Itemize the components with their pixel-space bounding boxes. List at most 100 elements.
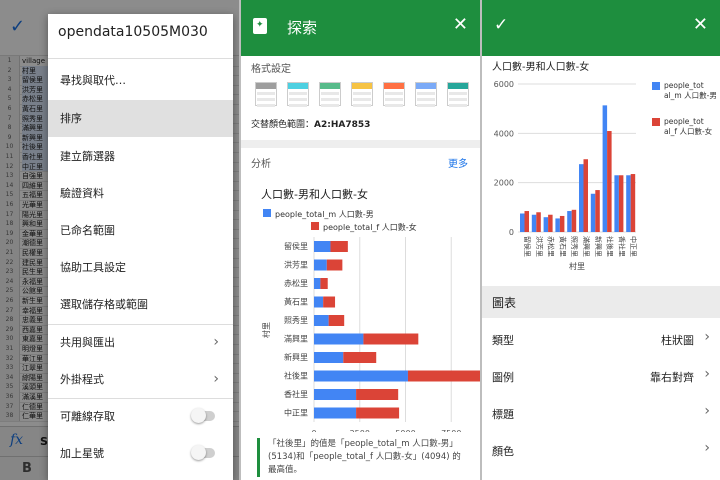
category-label: 滿興里 [284,334,308,344]
category-label: 香社里 [284,389,308,399]
chart-section-bar: 圖表 [482,286,720,318]
x-tick-label: 7500 [441,429,461,432]
column-male [531,214,537,232]
x-tick-label: 0 [311,429,316,432]
format-swatch[interactable] [319,82,341,107]
swatch-header [448,83,468,89]
swatch-line [257,104,275,107]
setting-row-color[interactable]: 顏色 › [482,431,720,468]
check-icon[interactable]: ✓ [494,15,508,35]
setting-row-legend[interactable]: 圖例 靠右對齊 › [482,357,720,394]
screen-explore: ✦ 探索 ✕ 格式設定 交替顏色範圍：A2:HA7853 分析 更多 人口數-男… [241,0,480,480]
offline-toggle[interactable] [191,408,215,423]
swatch-line [449,98,467,101]
legend-swatch-male [263,209,271,217]
menu-item-sort[interactable]: 排序 [48,100,233,137]
y-tick-label: 6000 [494,80,514,89]
format-swatch[interactable] [383,82,405,107]
swatch-line [289,98,307,101]
swatch-line [417,98,435,101]
section-gap [241,140,480,148]
category-label: 社後里 [284,371,308,381]
bar-female [320,278,328,289]
chart-preview[interactable]: 人口數-男和人口數-女 0 2000 4000 6000 留侯里 洪芳里 赤松里 黃石里 照秀里滿… [482,56,720,286]
legend-swatch-female [311,222,319,230]
bar-male [314,296,324,308]
setting-label: 類型 [492,334,514,347]
explore-header: ✦ 探索 ✕ [241,0,480,56]
bar-male [314,370,408,382]
x-axis-label: 村里 [569,261,585,271]
chart-editor-header: ✓ ✕ [482,0,720,56]
bar-male [314,315,329,326]
menu-title: opendata10505M030 [58,24,208,40]
column-chart: 人口數-男和人口數-女 0 2000 4000 6000 留侯里 洪芳里 赤松里 黃石里 照秀里滿… [492,60,717,271]
overflow-menu: opendata10505M030 尋找與取代… 排序 建立篩選器 驗證資料 已… [48,14,233,480]
toggle-knob [191,408,206,423]
close-icon[interactable]: ✕ [453,14,468,35]
format-swatch[interactable] [447,82,469,107]
y-tick-label: 4000 [494,129,514,138]
y-axis-label: 村里 [261,322,271,338]
category-label: 滿興里 [582,236,591,257]
swatch-line [289,104,307,107]
menu-item-offline[interactable]: 可離線存取 [48,398,233,435]
legend-label-male: people_total_m 人口數-男 [664,81,717,100]
swatch-line [353,98,371,101]
column-male [590,193,596,232]
chart-title: 人口數-男和人口數-女 [261,187,368,201]
setting-row-type[interactable]: 類型 柱狀圖 › [482,320,720,357]
category-label: 香社里 [617,236,626,257]
chart-section-title: 圖表 [492,296,517,310]
column-female [618,175,624,232]
menu-item-accessibility[interactable]: 協助工具設定 [48,249,233,286]
chevron-right-icon: › [704,329,710,345]
category-label: 洪芳里 [284,260,308,270]
column-male [555,218,560,232]
column-male [567,211,572,232]
swatch-line [321,104,339,107]
chevron-right-icon: › [213,334,219,350]
category-label: 黃石里 [558,236,567,257]
menu-item-addons[interactable]: 外掛程式 › [48,361,233,398]
format-swatch[interactable] [351,82,373,107]
menu-item-select-range[interactable]: 選取儲存格或範圍 [48,286,233,323]
chevron-right-icon: › [704,440,710,456]
analysis-chart-card[interactable]: 人口數-男和人口數-女 people_total_m 人口數-男 people_to… [241,172,480,438]
column-male [543,217,549,232]
category-label: 留侯里 [284,241,308,251]
column-female [559,215,565,232]
menu-item-create-filter[interactable]: 建立篩選器 [48,138,233,175]
column-female [583,159,588,232]
legend-swatch-male [652,82,660,90]
menu-item-named-ranges[interactable]: 已命名範圍 [48,212,233,249]
close-icon[interactable]: ✕ [693,14,708,35]
legend-label-female: people_total_f 人口數-女 [323,222,417,232]
column-male [614,175,619,232]
menu-item-data-validation[interactable]: 驗證資料 [48,175,233,212]
column-female [524,211,529,232]
menu-item-star[interactable]: 加上星號 [48,435,233,472]
more-link[interactable]: 更多 [448,155,468,170]
swatch-line [289,92,307,95]
category-label: 社後里 [606,236,615,257]
swatch-line [449,104,467,107]
horizontal-bar-chart: 人口數-男和人口數-女 people_total_m 人口數-男 people_to… [261,187,480,438]
format-swatch[interactable] [287,82,309,107]
format-swatch[interactable] [255,82,277,107]
bar-female [328,315,345,326]
menu-item-find-replace[interactable]: 尋找與取代… [48,62,233,99]
legend-label-female: people_total_f 人口數-女 [664,117,713,136]
bar-female [330,241,348,252]
explore-icon: ✦ [253,18,267,34]
swatch-header [384,83,404,89]
swatch-line [385,92,403,95]
column-female [630,174,636,232]
column-female [571,209,577,232]
bar-female [323,296,336,308]
format-swatch[interactable] [415,82,437,107]
setting-row-title[interactable]: 標題 › [482,394,720,431]
category-label: 赤松里 [547,236,556,257]
menu-item-share-export[interactable]: 共用與匯出 › [48,324,233,361]
star-toggle[interactable] [191,445,215,460]
